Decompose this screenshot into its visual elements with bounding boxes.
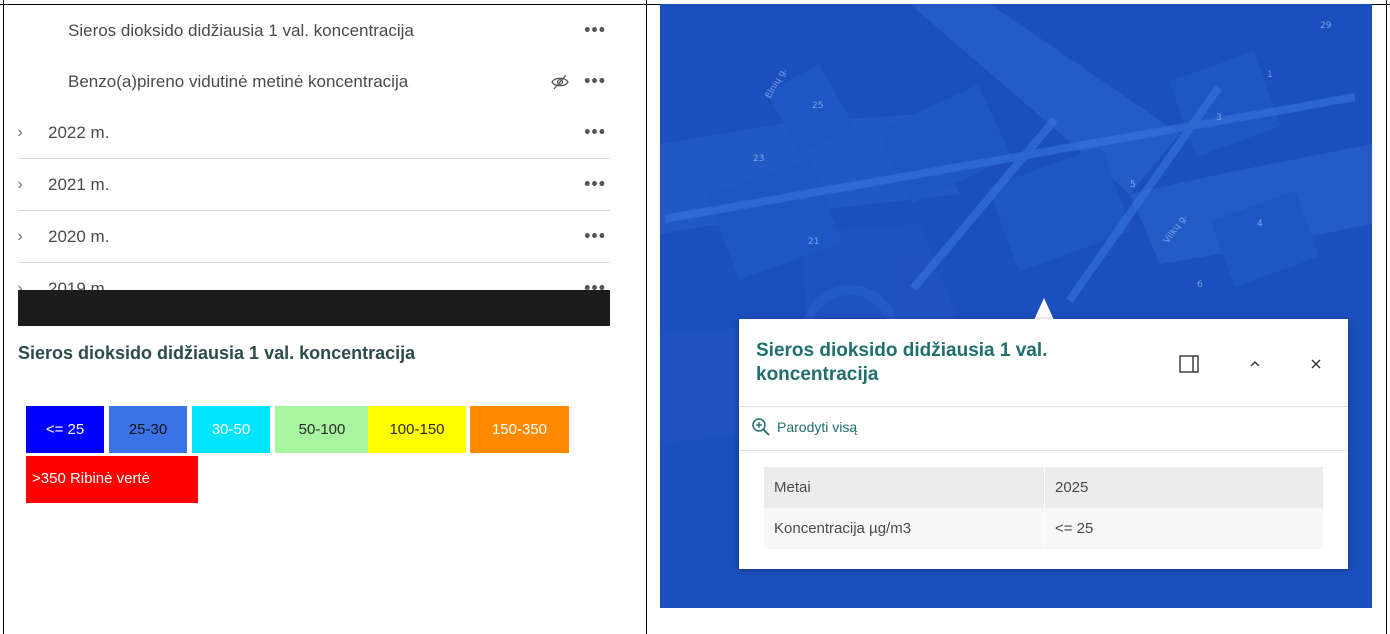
close-icon[interactable] <box>1305 353 1327 375</box>
layer-group-2021[interactable]: › 2021 m. ••• <box>17 159 610 211</box>
layer-group-2020[interactable]: › 2020 m. ••• <box>17 211 610 263</box>
chevron-right-icon[interactable]: › <box>12 228 28 246</box>
popup-title: Sieros dioksido didžiausia 1 val. koncen… <box>756 340 1048 385</box>
house-number-label: 1 <box>1267 70 1273 80</box>
layer-options-menu-icon[interactable]: ••• <box>584 70 606 91</box>
visibility-off-icon[interactable] <box>550 74 570 90</box>
chevron-right-icon[interactable]: › <box>12 176 28 194</box>
house-number-label: 6 <box>1197 280 1203 290</box>
legend-class: 150-350 <box>470 406 569 453</box>
layer-group-label: 2021 m. <box>48 174 110 194</box>
layer-item-label: Sieros dioksido didžiausia 1 val. koncen… <box>68 20 414 40</box>
layer-group-label: 2020 m. <box>48 226 110 246</box>
house-number-label: 4 <box>1257 219 1263 229</box>
collapse-icon[interactable] <box>1244 353 1266 375</box>
layer-options-menu-icon[interactable]: ••• <box>584 173 606 194</box>
table-row: Koncentracija µg/m3 <= 25 <box>764 508 1323 549</box>
house-number-label: 21 <box>808 237 819 247</box>
house-number-label: 3 <box>1216 113 1222 123</box>
layer-item-so2[interactable]: Sieros dioksido didžiausia 1 val. koncen… <box>18 5 610 56</box>
layer-item-label: Benzo(a)pireno vidutinė metinė koncentra… <box>68 71 409 91</box>
attribute-key: Metai <box>764 467 1045 508</box>
popup-divider <box>739 450 1348 451</box>
legend-class: 100-150 <box>368 406 466 453</box>
layer-options-menu-icon[interactable]: ••• <box>584 225 606 246</box>
zoom-to-button[interactable]: Parodyti visą <box>751 417 857 437</box>
document-frame-divider <box>646 0 647 634</box>
house-number-label: 29 <box>1320 21 1332 31</box>
layer-options-menu-icon[interactable]: ••• <box>584 121 606 142</box>
layer-group-label: 2022 m. <box>48 122 110 142</box>
popup-divider <box>739 406 1348 407</box>
legend-class: 30-50 <box>192 406 270 453</box>
legend-class: <= 25 <box>26 406 104 453</box>
chevron-right-icon[interactable]: › <box>12 124 28 142</box>
legend-class: 25-30 <box>109 406 187 453</box>
legend-title: Sieros dioksido didžiausia 1 val. koncen… <box>18 343 416 363</box>
legend-class: 50-100 <box>275 406 369 453</box>
redaction-bar <box>18 290 610 326</box>
legend-class: >350 Ribinė vertė <box>26 456 198 503</box>
dock-panel-icon[interactable] <box>1178 353 1200 375</box>
document-frame-left <box>3 0 4 634</box>
house-number-label: 5 <box>1130 180 1136 190</box>
attribute-value: 2025 <box>1044 467 1323 508</box>
layer-group-2022[interactable]: › 2022 m. ••• <box>17 107 610 159</box>
house-number-label: 23 <box>753 154 764 164</box>
table-row: Metai 2025 <box>764 467 1323 508</box>
attribute-table: Metai 2025 Koncentracija µg/m3 <= 25 <box>764 467 1323 549</box>
attribute-value: <= 25 <box>1044 508 1323 549</box>
layer-item-benzo-a-pyrene[interactable]: Benzo(a)pireno vidutinė metinė koncentra… <box>18 56 610 107</box>
layer-list: Sieros dioksido didžiausia 1 val. koncen… <box>17 5 610 314</box>
house-number-label: 25 <box>812 101 823 111</box>
layer-options-menu-icon[interactable]: ••• <box>584 19 606 40</box>
zoom-to-label: Parodyti visą <box>777 419 858 435</box>
zoom-in-icon <box>751 417 771 437</box>
popup-pointer <box>1034 298 1054 320</box>
attribute-key: Koncentracija µg/m3 <box>764 508 1045 549</box>
document-frame-right <box>1386 0 1387 634</box>
feature-popup: Sieros dioksido didžiausia 1 val. koncen… <box>739 319 1348 569</box>
